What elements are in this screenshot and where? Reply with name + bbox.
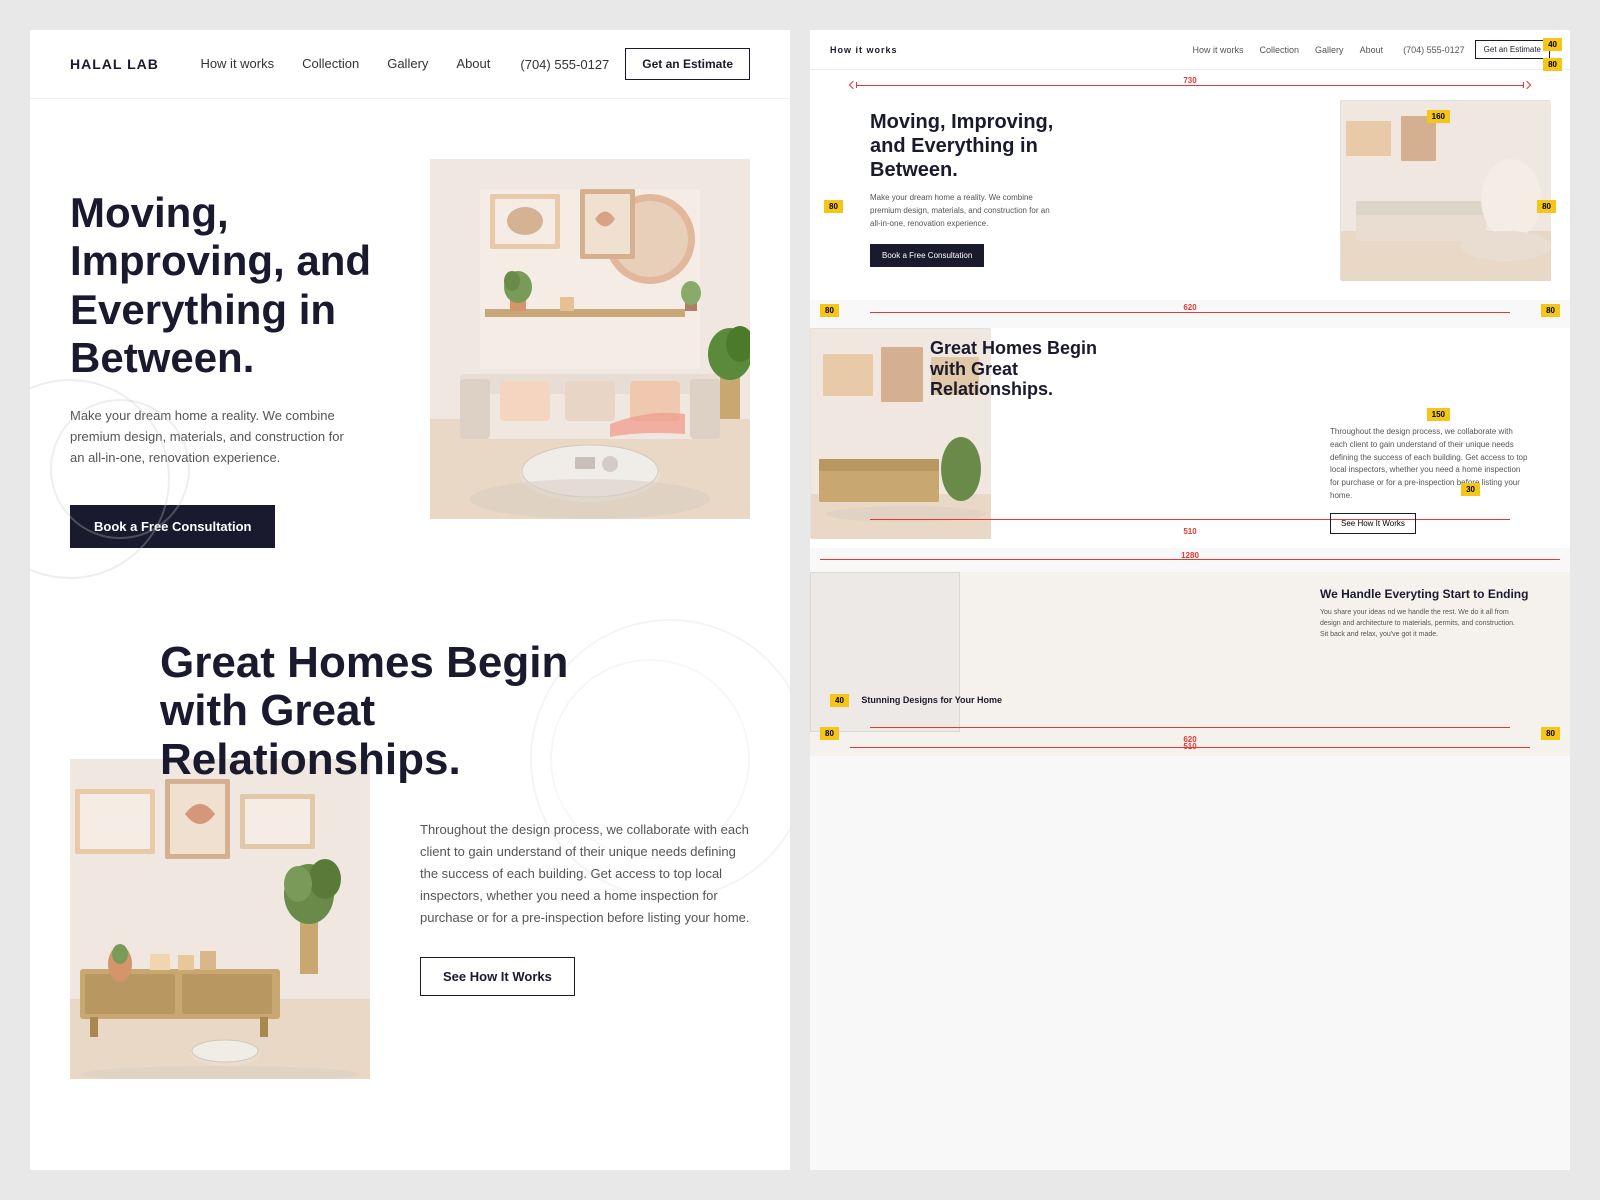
spec-s3-body: You share your ideas nd we handle the re… — [1320, 607, 1520, 641]
section2-body: Throughout the design process, we collab… — [420, 819, 750, 929]
nav-logo: HALAL LAB — [70, 56, 159, 72]
spec-s2-body: Throughout the design process, we collab… — [1330, 426, 1530, 503]
spec-view: How it works How it works Collection Gal… — [810, 30, 1570, 1170]
label-1280: 1280 — [1181, 551, 1199, 560]
label-510: 510 — [1183, 527, 1196, 536]
spec-divider-1: 620 80 80 — [810, 300, 1570, 328]
spec-nav-how: How it works — [1193, 45, 1244, 55]
badge-right-80b: 80 — [1541, 304, 1560, 317]
nav-phone: (704) 555-0127 — [520, 57, 609, 72]
section2-image — [70, 759, 370, 1079]
badge-left-80: 80 — [824, 200, 843, 213]
spec-section2: Great Homes Begin with Great Relationshi… — [810, 328, 1570, 548]
spec-s2-header: Great Homes Begin with Great Relationshi… — [930, 338, 1550, 400]
hero-section: Moving, Improving, and Everything in Bet… — [30, 99, 790, 599]
spec-nav-gallery: Gallery — [1315, 45, 1344, 55]
spec-s3-content: We Handle Everyting Start to Ending You … — [1320, 587, 1550, 641]
spec-logo: How it works — [830, 45, 898, 55]
spec-nav-about: About — [1360, 45, 1384, 55]
spec-get-estimate[interactable]: Get an Estimate — [1475, 40, 1550, 59]
spec-links: How it works Collection Gallery About — [1193, 45, 1384, 55]
badge-below-cta: 80 — [1543, 58, 1562, 71]
see-how-it-works-button[interactable]: See How It Works — [420, 957, 575, 996]
nav-how-it-works[interactable]: How it works — [200, 56, 274, 71]
spec-s2-content: Throughout the design process, we collab… — [1330, 418, 1550, 534]
main-website-panel: HALAL LAB How it works Collection Galler… — [30, 30, 790, 1170]
spec-hero-sub: Make your dream home a reality. We combi… — [870, 192, 1050, 230]
spec-hero-img-placeholder — [1340, 100, 1550, 280]
label-620: 620 — [1183, 303, 1196, 312]
badge-150: 150 — [1427, 408, 1450, 421]
spec-s3-label-620: 620 — [1183, 735, 1196, 744]
label-730: 730 — [1183, 76, 1196, 85]
nav-collection[interactable]: Collection — [302, 56, 359, 71]
spec-book-consultation[interactable]: Book a Free Consultation — [870, 244, 984, 267]
spec-s3-sub: Stunning Designs for Your Home — [861, 695, 1002, 705]
spec-s3-510-line — [850, 747, 1530, 748]
nav-about[interactable]: About — [456, 56, 490, 71]
get-estimate-button[interactable]: Get an Estimate — [625, 48, 750, 80]
measure-row-730: 730 — [810, 70, 1570, 100]
measure-620-line — [870, 312, 1510, 313]
section2-content: Throughout the design process, we collab… — [400, 639, 750, 996]
spec-hero-content: Moving, Improving, and Everything in Bet… — [870, 110, 1070, 267]
nav-gallery[interactable]: Gallery — [387, 56, 428, 71]
section2: Great Homes Begin with Great Relationshi… — [30, 599, 790, 1139]
badge-right-80: 80 — [1537, 200, 1556, 213]
badge-left-80b: 80 — [820, 304, 839, 317]
spec-hero: 80 80 160 Mo — [810, 100, 1570, 300]
spec-divider-1280: 1280 — [810, 548, 1570, 572]
main-nav: HALAL LAB How it works Collection Galler… — [30, 30, 790, 99]
spec-nav: How it works How it works Collection Gal… — [810, 30, 1570, 70]
badge-top-right: 40 — [1543, 38, 1562, 51]
spec-s3-subtitle-area: 40 Stunning Designs for Your Home — [830, 690, 1002, 708]
nav-links: How it works Collection Gallery About — [200, 55, 490, 73]
spec-s3-title: We Handle Everyting Start to Ending — [1320, 587, 1550, 601]
spec-s3-badge-right: 80 — [1541, 727, 1560, 740]
badge-30: 30 — [1461, 483, 1480, 496]
arrow-right-730 — [1523, 81, 1531, 89]
spec-section3: We Handle Everyting Start to Ending You … — [810, 572, 1570, 756]
spec-nav-collection: Collection — [1260, 45, 1300, 55]
spec-s2-title: Great Homes Begin with Great Relationshi… — [930, 338, 1130, 400]
spec-s3-badge-left: 80 — [820, 727, 839, 740]
hero-image — [430, 159, 750, 519]
badge-40-s3: 40 — [830, 694, 849, 707]
spec-phone: (704) 555-0127 — [1403, 45, 1465, 55]
badge-160: 160 — [1427, 110, 1450, 123]
measure-line-730 — [856, 85, 1524, 86]
hero-title: Moving, Improving, and Everything in Bet… — [70, 189, 400, 382]
spec-hero-title: Moving, Improving, and Everything in Bet… — [870, 110, 1070, 182]
spec-s3-img — [810, 572, 960, 732]
spec-s3-measure-620 — [870, 727, 1510, 728]
spec-panel: How it works How it works Collection Gal… — [810, 30, 1570, 1170]
deco-circle-2 — [50, 399, 190, 539]
spec-see-how[interactable]: See How It Works — [1330, 513, 1416, 534]
